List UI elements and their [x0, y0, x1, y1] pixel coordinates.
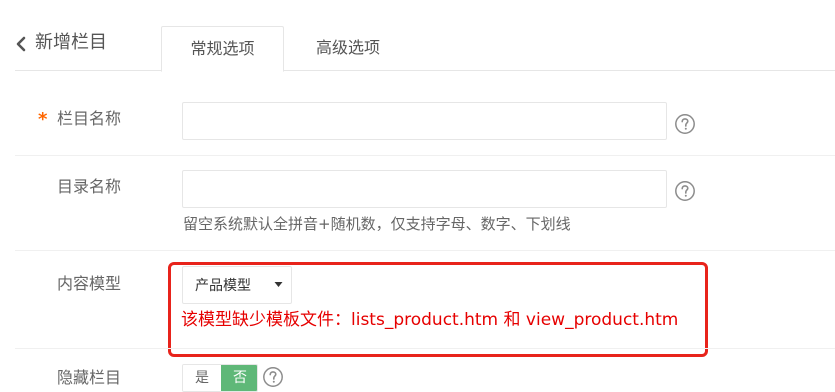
required-asterisk: *	[38, 109, 48, 130]
hidden-column-toggle[interactable]: 是 否	[182, 364, 258, 392]
directory-name-input[interactable]	[182, 170, 667, 208]
toggle-option-no[interactable]: 否	[221, 365, 257, 391]
row-divider	[15, 348, 835, 349]
page-title: 新增栏目	[35, 32, 107, 53]
content-model-label: 内容模型	[57, 274, 122, 293]
missing-template-error: 该模型缺少模板文件：lists_product.htm 和 view_produ…	[181, 310, 679, 330]
question-circle-icon[interactable]	[674, 180, 696, 202]
directory-name-hint: 留空系统默认全拼音+随机数，仅支持字母、数字、下划线	[183, 215, 571, 233]
question-circle-icon[interactable]	[262, 366, 284, 388]
toggle-option-yes[interactable]: 是	[183, 365, 221, 391]
hidden-column-label: 隐藏栏目	[57, 368, 122, 387]
row-divider	[15, 250, 835, 251]
column-name-input[interactable]	[182, 102, 667, 140]
question-circle-icon[interactable]	[674, 113, 696, 135]
directory-name-label: 目录名称	[57, 177, 122, 196]
tab-advanced-options[interactable]: 高级选项	[283, 26, 413, 70]
content-model-select[interactable]: 产品模型	[182, 266, 292, 304]
tab-bar-divider	[15, 70, 835, 71]
caret-down-icon	[274, 282, 283, 287]
column-name-label: 栏目名称	[57, 109, 122, 128]
tab-general-options[interactable]: 常规选项	[161, 26, 284, 72]
row-divider	[15, 155, 835, 156]
content-model-selected-value: 产品模型	[195, 278, 251, 294]
chevron-left-icon[interactable]	[13, 34, 31, 54]
